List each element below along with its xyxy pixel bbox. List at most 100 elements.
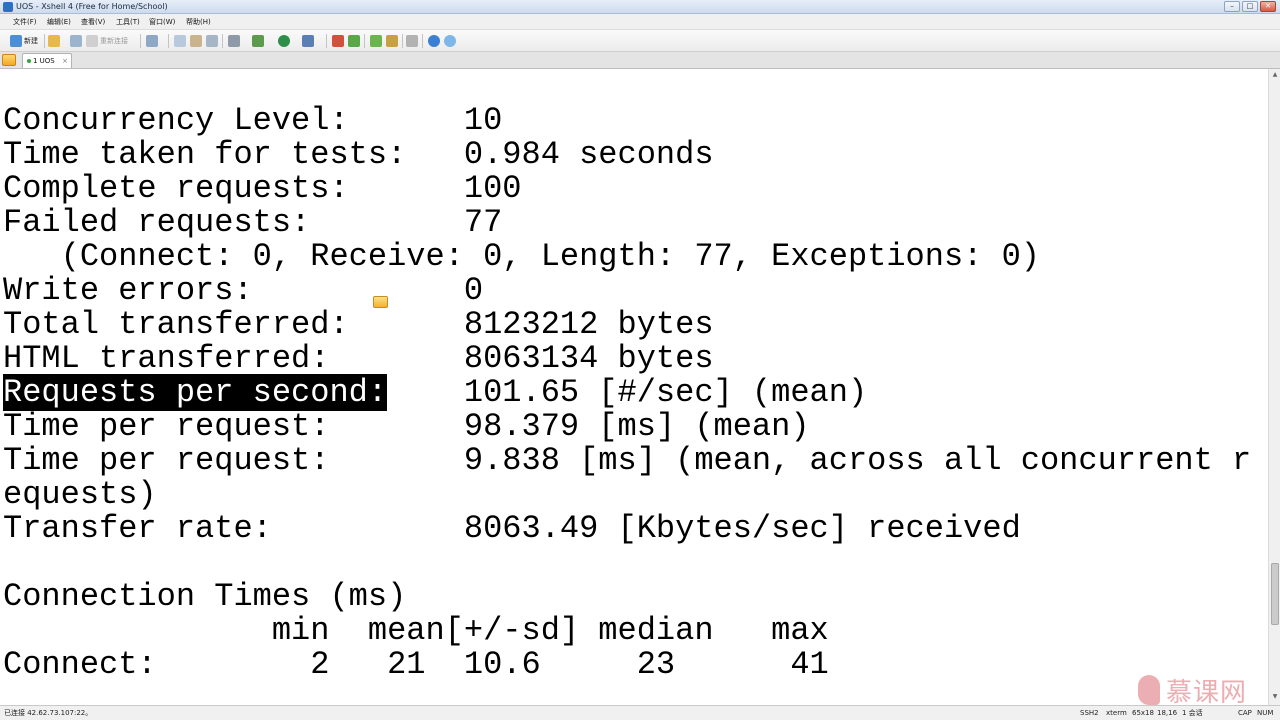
folder-icon: [48, 35, 60, 47]
terminal-line: Time taken for tests: 0.984 seconds: [3, 136, 714, 173]
lock-icon: [386, 35, 398, 47]
menu-window[interactable]: 窗口(W): [149, 16, 175, 28]
vertical-scrollbar[interactable]: ▲ ▼: [1268, 69, 1280, 705]
check-button[interactable]: [348, 34, 362, 48]
search-icon: [206, 35, 218, 47]
terminal-line: (Connect: 0, Receive: 0, Length: 77, Exc…: [3, 238, 1040, 275]
check-icon: [348, 35, 360, 47]
toolbar-separator: [222, 34, 223, 48]
scroll-down-icon[interactable]: ▼: [1271, 693, 1279, 701]
toolbar-separator: [326, 34, 327, 48]
new-session-icon: [10, 35, 22, 47]
status-bar: 已连接 42.62.73.107:22。 SSH2 xterm 65x18 18…: [0, 705, 1280, 720]
menu-help[interactable]: 帮助(H): [186, 16, 211, 28]
title-bar: UOS - Xshell 4 (Free for Home/School) – …: [0, 0, 1280, 14]
terminal-line: Complete requests: 100: [3, 170, 522, 207]
find-button[interactable]: [206, 34, 220, 48]
minimize-button[interactable]: –: [1224, 1, 1240, 12]
num-lock-status: NUM: [1257, 709, 1274, 717]
scrollbar-thumb[interactable]: [1271, 563, 1279, 625]
terminal-line: Time per request: 9.838 [ms] (mean, acro…: [3, 442, 1252, 479]
connection-status: 已连接 42.62.73.107:22。: [4, 709, 93, 717]
toolbar: 新建 重新连接: [0, 30, 1280, 52]
terminal-line: Failed requests: 77: [3, 204, 503, 241]
tab-label: 1 UOS: [33, 57, 55, 65]
menu-file[interactable]: 文件(F): [13, 16, 37, 28]
flame-logo-icon: [1138, 675, 1160, 705]
terminal-type-status: xterm: [1106, 709, 1127, 717]
tab-uos[interactable]: 1 UOS ×: [22, 53, 72, 68]
session-tab-bar: 1 UOS ×: [0, 52, 1280, 69]
protocol-status: SSH2: [1080, 709, 1099, 717]
toolbar-separator: [402, 34, 403, 48]
cursor-position-status: 18,16: [1157, 709, 1178, 717]
watermark: 慕课网: [1138, 670, 1258, 710]
close-button[interactable]: ✕: [1260, 1, 1276, 12]
grid-icon: [370, 35, 382, 47]
terminal-line: Connect: 2 21 10.6 23 41: [3, 646, 829, 683]
properties-button[interactable]: [146, 34, 160, 48]
session-manager-icon[interactable]: [2, 54, 16, 66]
properties-icon: [146, 35, 158, 47]
new-session-label: 新建: [24, 37, 38, 45]
print-icon: [228, 35, 240, 47]
maximize-button[interactable]: □: [1242, 1, 1258, 12]
script-button[interactable]: [332, 34, 346, 48]
globe-button[interactable]: [278, 34, 292, 48]
rps-value: 101.65 [#/sec] (mean): [463, 374, 868, 411]
menu-tools[interactable]: 工具(T): [116, 16, 140, 28]
chat-button[interactable]: [444, 34, 458, 48]
tab-close-icon[interactable]: ×: [62, 54, 68, 68]
link-icon: [70, 35, 82, 47]
globe-icon: [278, 35, 290, 47]
terminal-line: HTML transferred: 8063134 bytes: [3, 340, 714, 377]
script-icon: [332, 35, 344, 47]
paste-button[interactable]: [190, 34, 204, 48]
transfer-button[interactable]: [252, 34, 266, 48]
terminal-line-requests-per-second: Requests per second: 101.65 [#/sec] (mea…: [3, 374, 868, 411]
help-icon: [428, 35, 440, 47]
toolbar-separator: [140, 34, 141, 48]
toolbar-separator: [364, 34, 365, 48]
new-session-button[interactable]: 新建: [10, 34, 38, 48]
reconnect-button[interactable]: 重新连接: [86, 34, 128, 48]
print-button[interactable]: [228, 34, 242, 48]
keyboard-icon: [406, 35, 418, 47]
menu-view[interactable]: 查看(V): [81, 16, 105, 28]
terminal-line: Write errors: 0: [3, 272, 484, 309]
terminal-line: Time per request: 98.379 [ms] (mean): [3, 408, 810, 445]
lock-button[interactable]: [386, 34, 400, 48]
selected-text: Requests per second:: [3, 374, 388, 411]
copy-button[interactable]: [174, 34, 188, 48]
toolbar-separator: [422, 34, 423, 48]
terminal-line: equests): [3, 476, 157, 513]
disconnect-button[interactable]: [70, 34, 84, 48]
layout-button[interactable]: [370, 34, 384, 48]
menu-edit[interactable]: 编辑(E): [47, 16, 71, 28]
terminal-line: Total transferred: 8123212 bytes: [3, 306, 714, 343]
open-folder-button[interactable]: [48, 34, 62, 48]
note-icon[interactable]: [373, 296, 388, 308]
transfer-icon: [252, 35, 264, 47]
caps-lock-status: CAP: [1238, 709, 1252, 717]
toolbar-separator: [44, 34, 45, 48]
copy-icon: [174, 35, 186, 47]
connected-status-icon: [27, 59, 31, 63]
terminal-line: Concurrency Level: 10: [3, 102, 503, 139]
watermark-text: 慕课网: [1166, 677, 1248, 708]
session-count-status: 1 会话: [1182, 709, 1203, 717]
window-title: UOS - Xshell 4 (Free for Home/School): [16, 2, 168, 11]
reconnect-label: 重新连接: [100, 37, 128, 45]
paste-icon: [190, 35, 202, 47]
help-button[interactable]: [428, 34, 442, 48]
user-button[interactable]: [302, 34, 316, 48]
terminal-output[interactable]: Concurrency Level: 10 Time taken for tes…: [0, 69, 1268, 705]
chat-icon: [444, 35, 456, 47]
reconnect-icon: [86, 35, 98, 47]
keyboard-button[interactable]: [406, 34, 420, 48]
terminal-line: Connection Times (ms): [3, 578, 407, 615]
terminal-line: Transfer rate: 8063.49 [Kbytes/sec] rece…: [3, 510, 1021, 547]
terminal-line: min mean[+/-sd] median max: [3, 612, 829, 649]
scroll-up-icon[interactable]: ▲: [1271, 71, 1279, 79]
menu-bar: 文件(F) 编辑(E) 查看(V) 工具(T) 窗口(W) 帮助(H): [0, 14, 1280, 30]
